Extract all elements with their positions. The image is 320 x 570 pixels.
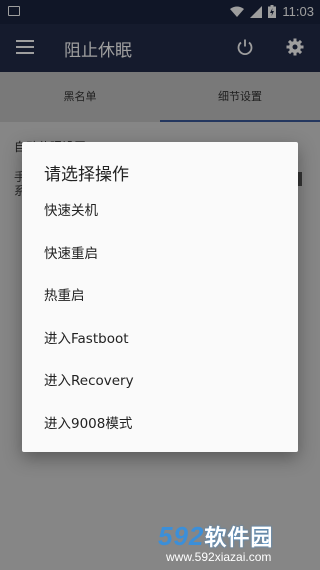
option-hot-reboot[interactable]: 热重启 [22,275,298,317]
watermark-logo: 592软件园 [158,521,274,551]
action-dialog: 请选择操作 快速关机 快速重启 热重启 进入Fastboot 进入Recover… [22,142,298,452]
option-enter-recovery[interactable]: 进入Recovery [22,360,298,402]
watermark: 592软件园 www.592xiazai.com [158,520,318,570]
option-fast-shutdown[interactable]: 快速关机 [22,190,298,232]
option-enter-9008-mode[interactable]: 进入9008模式 [22,403,298,445]
option-fast-reboot[interactable]: 快速重启 [22,233,298,275]
option-enter-fastboot[interactable]: 进入Fastboot [22,318,298,360]
dialog-title: 请选择操作 [44,165,129,185]
watermark-url: www.592xiazai.com [166,550,272,564]
